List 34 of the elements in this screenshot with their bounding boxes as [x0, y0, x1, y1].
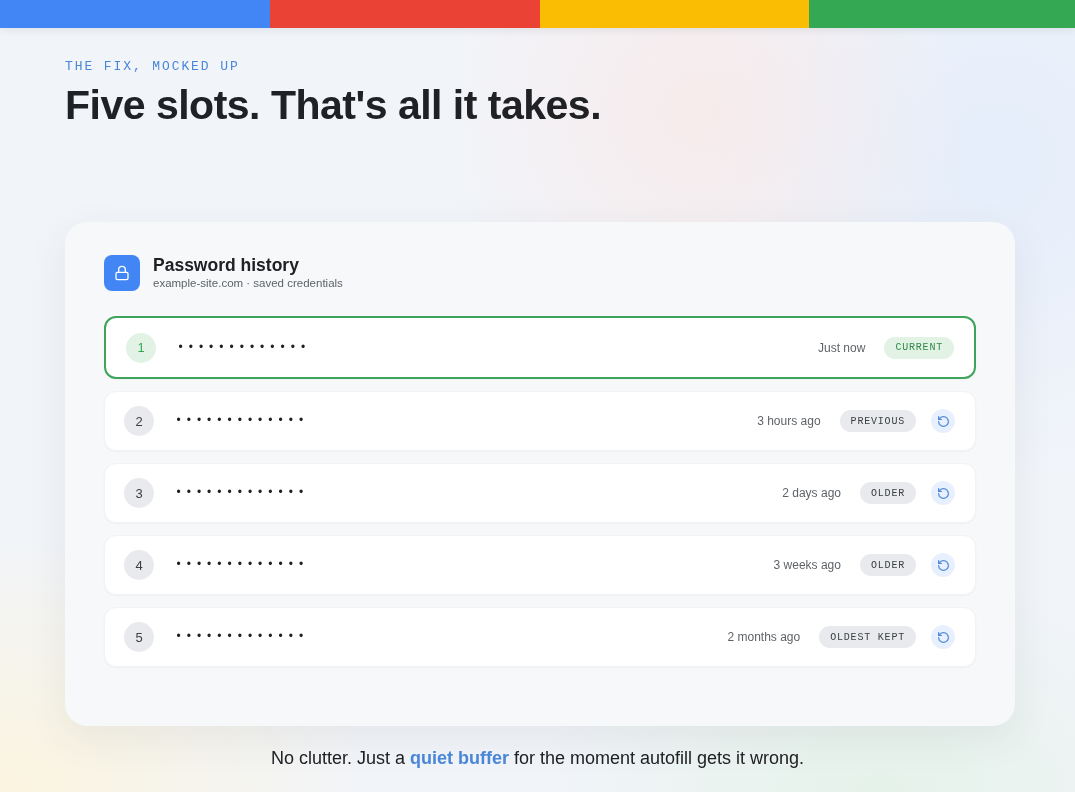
timestamp: Just now	[818, 340, 866, 355]
masked-password: •••••••••••••	[177, 340, 310, 355]
slot-number: 2	[124, 406, 154, 436]
status-badge: OLDER	[860, 482, 916, 504]
status-badge: PREVIOUS	[839, 410, 916, 432]
status-badge: CURRENT	[884, 336, 954, 359]
masked-password: •••••••••••••	[175, 414, 308, 428]
masked-password: •••••••••••••	[175, 558, 308, 572]
masked-password: •••••••••••••	[175, 486, 308, 500]
restore-button[interactable]	[931, 625, 955, 649]
card-title: Password history	[153, 255, 300, 275]
tagline: No clutter. Just a quiet buffer for the moment autofill gets it wrong.	[269, 747, 806, 769]
slot-number: 3	[124, 478, 154, 508]
rotate-arrow-icon	[936, 414, 950, 428]
status-badge: OLDEST KEPT	[819, 626, 916, 648]
timestamp: 2 months ago	[727, 630, 801, 644]
restore-button[interactable]	[931, 553, 955, 577]
timestamp: 3 hours ago	[757, 414, 821, 428]
eyebrow-label: THE FIX, MOCKED UP	[65, 59, 240, 75]
slot-number: 4	[124, 550, 154, 580]
status-badge: OLDER	[860, 554, 916, 576]
rotate-arrow-icon	[936, 558, 950, 572]
slot-number: 5	[124, 622, 154, 652]
timestamp: 2 days ago	[782, 486, 841, 500]
lock-icon	[104, 255, 140, 291]
card-subtitle: example-site.com · saved credentials	[153, 276, 343, 291]
page-heading: Five slots. That's all it takes.	[65, 81, 602, 129]
slot-number: 1	[126, 332, 156, 363]
rotate-arrow-icon	[936, 630, 950, 644]
restore-button[interactable]	[931, 409, 955, 433]
timestamp: 3 weeks ago	[773, 558, 841, 572]
masked-password: •••••••••••••	[175, 630, 308, 644]
restore-button[interactable]	[931, 481, 955, 505]
rotate-arrow-icon	[936, 486, 950, 500]
